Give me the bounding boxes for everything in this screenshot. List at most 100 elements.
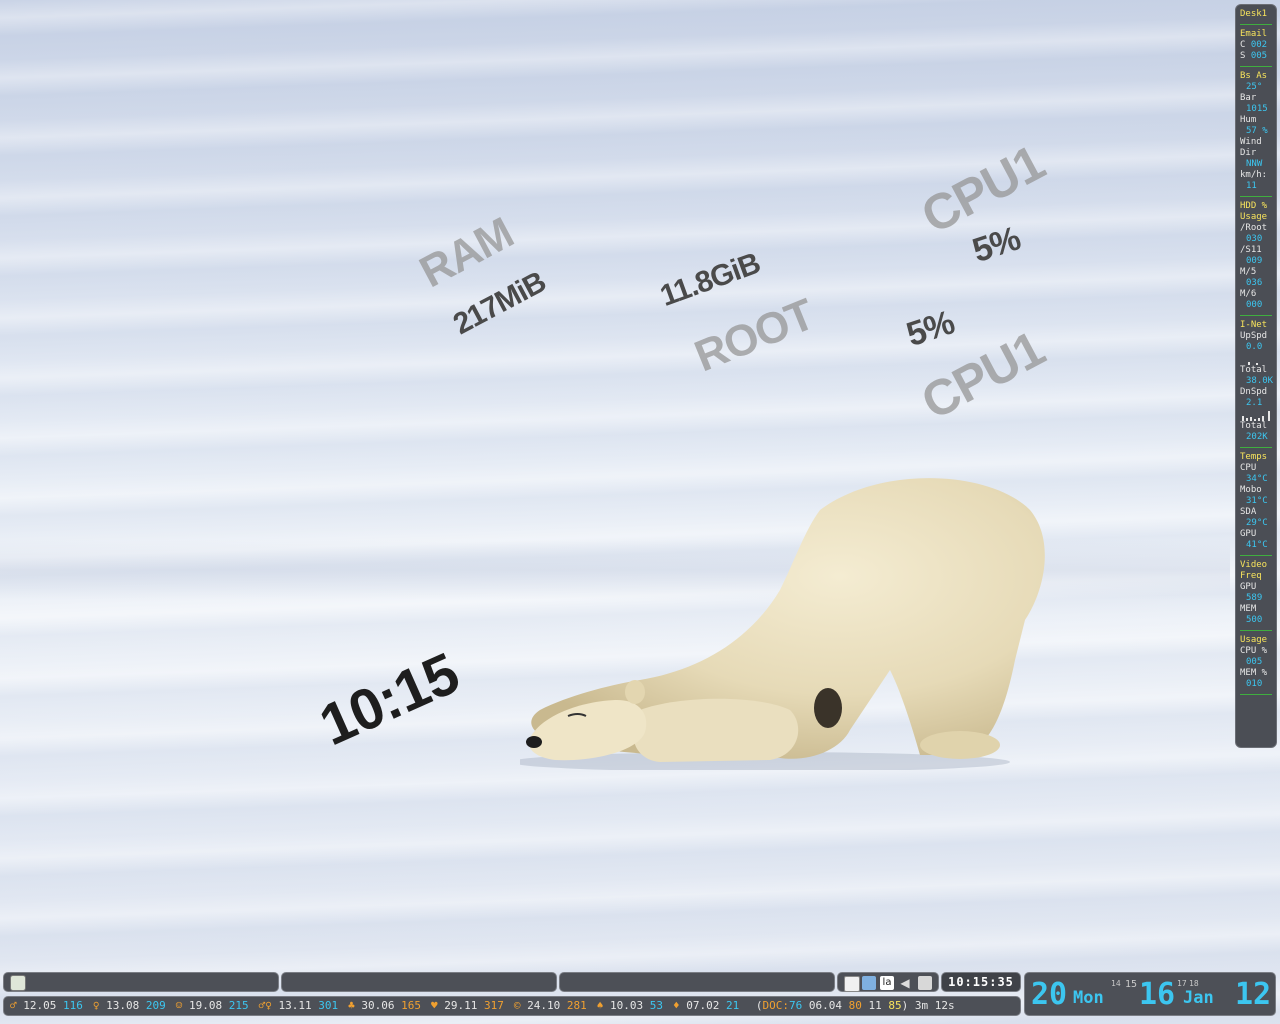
astro-number: 281: [566, 999, 587, 1012]
astro-number: 209: [145, 999, 166, 1012]
doc-open-paren: (: [755, 999, 763, 1012]
astro-symbol-icon: ©: [513, 999, 521, 1012]
temps-cpu-value: 34°C: [1246, 474, 1268, 484]
email-c-label: C: [1240, 40, 1246, 50]
task-slot-2[interactable]: [281, 972, 557, 992]
doc-close-paren: ): [901, 999, 909, 1012]
divider: [1240, 196, 1272, 197]
doc-label: DOC:: [762, 999, 790, 1012]
doc-date: 06.04: [808, 999, 842, 1012]
weather-title: Bs As: [1240, 71, 1268, 81]
divider: [1240, 24, 1272, 25]
astro-symbol-icon: ♂: [10, 999, 17, 1012]
app-launcher-icon[interactable]: [10, 975, 26, 991]
desk-label: Desk1: [1240, 9, 1268, 19]
weather-hum-label: Hum: [1240, 115, 1257, 125]
hdd-title: HDD %: [1240, 201, 1268, 211]
astro-symbol-icon: ♂♀: [258, 999, 272, 1012]
video-mem-value: 500: [1246, 615, 1263, 625]
divider: [1240, 555, 1272, 556]
weather-hum-value: 57 %: [1246, 126, 1268, 136]
weather-dir-value: NNW: [1246, 159, 1263, 169]
net-down-value: 2.1: [1246, 398, 1263, 408]
video-section: Video Freq GPU 589 MEM 500: [1240, 560, 1276, 626]
astro-time: 13.08: [106, 999, 140, 1012]
astro-symbol-icon: ♦: [673, 999, 680, 1012]
hdd-m5-label: M/5: [1240, 267, 1257, 277]
weather-temp: 25°: [1246, 82, 1263, 92]
temps-title: Temps: [1240, 452, 1268, 462]
astro-time: 12.05: [23, 999, 57, 1012]
astro-time: 07.02: [686, 999, 720, 1012]
volume-icon[interactable]: ◀: [898, 976, 912, 990]
cpu-top-value: 5%: [968, 219, 1025, 271]
astro-item: ♂ 12.05 116: [10, 999, 83, 1012]
astro-number: 317: [484, 999, 504, 1012]
net-up-graph: [1240, 353, 1272, 365]
net-total-down-label: Total: [1240, 421, 1268, 431]
video-mem-label: MEM: [1240, 604, 1257, 614]
hdd-s11-value: 009: [1246, 256, 1263, 266]
video-subtitle: Freq: [1240, 571, 1262, 581]
astro-symbol-icon: ☺: [175, 999, 183, 1012]
astro-number: 116: [63, 999, 83, 1012]
network-icon[interactable]: [918, 976, 932, 990]
temps-sda-label: SDA: [1240, 507, 1257, 517]
date-small-3: 17: [1177, 979, 1187, 988]
doc-v1: 80: [848, 999, 862, 1012]
net-down-label: DnSpd: [1240, 387, 1268, 397]
net-up-value: 0.0: [1246, 342, 1263, 352]
hdd-m6-label: M/6: [1240, 289, 1257, 299]
temps-section: Temps CPU 34°C Mobo 31°C SDA 29°C GPU 41…: [1240, 452, 1276, 551]
astro-symbol-icon: ♣: [348, 999, 355, 1012]
astro-number: 53: [649, 999, 663, 1012]
weather-wind-label: Wind: [1240, 137, 1262, 147]
date-month-number: 12: [1235, 977, 1272, 1012]
email-s-value: 005: [1250, 51, 1268, 61]
hdd-m5-value: 036: [1246, 278, 1263, 288]
temps-sda-value: 29°C: [1246, 518, 1268, 528]
net-section: I-Net UpSpd 0.0 Total 38.0K DnSpd 2.1 To…: [1240, 320, 1276, 443]
astro-item: ♀ 13.08 209: [93, 999, 166, 1012]
info-bar: ♂ 12.05 116 ♀ 13.08 209 ☺ 19.08 215 ♂♀ 13.1…: [3, 996, 1021, 1016]
usage-mem-value: 010: [1246, 679, 1263, 689]
email-c-value: 002: [1250, 40, 1268, 50]
usage-cpu-value: 005: [1246, 657, 1263, 667]
astro-item: ♠ 10.03 53: [597, 999, 663, 1012]
temps-gpu-label: GPU: [1240, 529, 1257, 539]
astro-time: 24.10: [527, 999, 561, 1012]
uptime: 3m 12s: [914, 999, 955, 1012]
divider: [1240, 315, 1272, 316]
divider: [1240, 694, 1272, 695]
astro-symbol-icon: ♠: [596, 999, 604, 1012]
net-total-up-label: Total: [1240, 365, 1268, 375]
doc-v3: 85: [888, 999, 902, 1012]
astro-number: 301: [318, 999, 339, 1012]
date-small-4: 18: [1189, 979, 1199, 988]
weather-bar-label: Bar: [1240, 93, 1257, 103]
date-month: Jan: [1183, 988, 1214, 1008]
keyboard-layout-icon[interactable]: la: [880, 976, 894, 990]
astro-symbol-icon: ♀: [92, 999, 100, 1012]
astro-time: 10.03: [610, 999, 644, 1012]
mail-icon[interactable]: [844, 976, 860, 992]
net-down-graph: [1240, 409, 1272, 421]
email-section: Email C 002 S 005: [1240, 29, 1276, 62]
weather-speed-label: km/h:: [1240, 170, 1268, 180]
temps-gpu-value: 41°C: [1246, 540, 1268, 550]
astro-item: ♂♀ 13.11 301: [259, 999, 339, 1012]
task-slot-1[interactable]: [3, 972, 279, 992]
astro-item: ♦ 07.02 21: [673, 999, 739, 1012]
taskbar: la ◀ 10:15:35: [3, 972, 1021, 994]
dropbox-icon[interactable]: [862, 976, 876, 990]
temps-mobo-value: 31°C: [1246, 496, 1268, 506]
polar-bear-image: [520, 478, 1045, 770]
net-up-label: UpSpd: [1240, 331, 1268, 341]
doc-value: 76: [789, 999, 803, 1012]
temps-cpu-label: CPU: [1240, 463, 1257, 473]
astro-time: 30.06: [361, 999, 395, 1012]
task-slot-3[interactable]: [559, 972, 835, 992]
video-title: Video: [1240, 560, 1268, 570]
doc-v2: 11: [868, 999, 882, 1012]
taskbar-clock[interactable]: 10:15:35: [941, 972, 1021, 992]
